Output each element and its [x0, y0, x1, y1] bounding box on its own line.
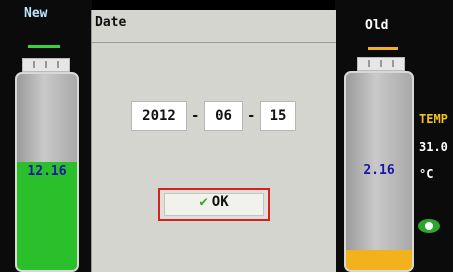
new-battery-cap — [22, 58, 70, 72]
old-battery-fill — [346, 250, 412, 270]
date-separator: - — [247, 108, 256, 124]
temp-value: 31.0 — [419, 140, 448, 154]
eye-icon[interactable] — [418, 219, 440, 233]
date-dialog: Date 2012 - 06 - 15 ✔ OK — [91, 10, 336, 272]
temp-unit: °C — [419, 167, 434, 181]
date-separator: - — [191, 108, 200, 124]
new-battery-gauge: 12.16 — [15, 72, 79, 272]
title-divider — [92, 42, 336, 43]
day-field[interactable]: 15 — [260, 101, 296, 131]
old-underline — [368, 47, 398, 50]
old-voltage-value: 2.16 — [363, 163, 395, 178]
old-battery-gauge: 2.16 — [344, 71, 414, 272]
new-underline — [28, 45, 60, 48]
ok-button[interactable]: ✔ OK — [158, 188, 270, 221]
checkmark-icon: ✔ — [199, 194, 208, 210]
new-voltage-value: 12.16 — [27, 164, 67, 179]
old-label: Old — [365, 18, 389, 33]
temp-label: TEMP — [419, 112, 448, 126]
old-battery-cap — [357, 57, 405, 71]
year-field[interactable]: 2012 — [131, 101, 187, 131]
new-battery-panel: New 12.16 — [0, 0, 92, 272]
dialog-title: Date — [95, 15, 127, 30]
month-field[interactable]: 06 — [204, 101, 243, 131]
new-label: New — [24, 6, 48, 21]
ok-label: OK — [211, 194, 229, 210]
